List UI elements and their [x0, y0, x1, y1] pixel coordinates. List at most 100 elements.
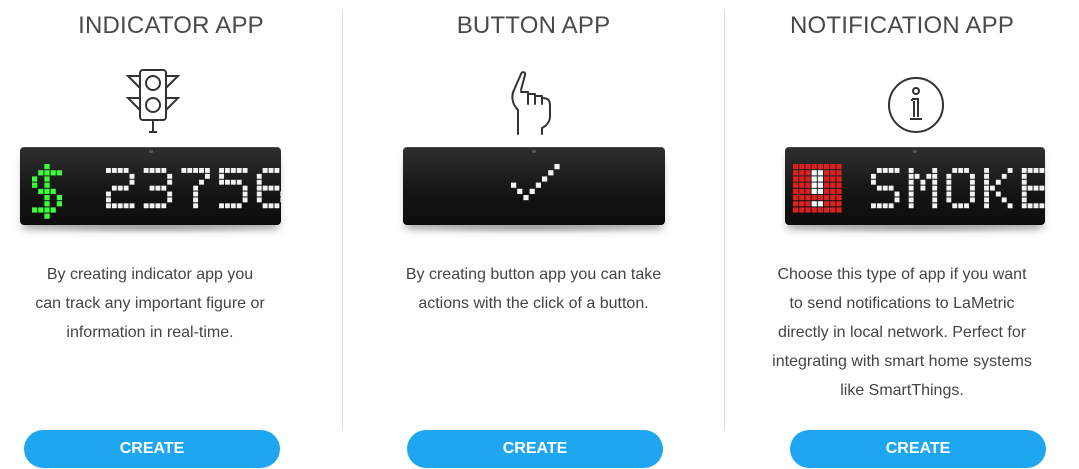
display-text-pixel	[1039, 185, 1045, 191]
display-text-pixel	[155, 185, 161, 191]
dollar-icon-pixel	[44, 170, 50, 176]
display-text-pixel	[914, 173, 920, 179]
card-title: INDICATOR APP	[78, 12, 264, 39]
alert-icon-pixel	[811, 195, 817, 201]
display-text-pixel	[964, 168, 969, 173]
alert-icon-pixel	[824, 195, 830, 201]
display-text-pixel	[242, 197, 248, 203]
display-text-pixel	[995, 191, 1001, 197]
display-text-pixel	[876, 185, 882, 191]
display-text-pixel	[908, 203, 914, 209]
display-text-pixel	[256, 179, 262, 185]
display-text-pixel	[894, 197, 900, 203]
display-text-pixel	[1021, 173, 1027, 179]
dollar-icon-pixel	[56, 195, 62, 201]
display-text-pixel	[167, 197, 173, 203]
display-text-pixel	[871, 173, 876, 179]
alert-icon-pixel	[830, 207, 836, 213]
display-text-pixel	[1033, 185, 1039, 191]
alert-icon-pixel	[836, 182, 842, 188]
display-text-pixel	[876, 203, 882, 209]
alert-icon-pixel	[817, 182, 823, 188]
card-description: Choose this type of app if you want to s…	[772, 266, 1032, 399]
alert-icon-pixel	[824, 201, 830, 207]
display-text-pixel	[932, 179, 938, 185]
display-text-pixel	[920, 185, 926, 191]
display-text-pixel	[1001, 173, 1007, 179]
display-text-pixel	[894, 168, 900, 173]
alert-icon-pixel	[817, 176, 823, 182]
alert-icon-pixel	[817, 188, 823, 194]
display-text-pixel	[224, 203, 230, 209]
display-text-pixel	[149, 185, 155, 191]
alert-icon-pixel	[836, 176, 842, 182]
display-text-pixel	[193, 197, 199, 203]
alert-icon-pixel	[836, 207, 842, 213]
check-icon-pixel	[542, 176, 548, 182]
display-text-pixel	[230, 168, 236, 173]
display-text-pixel	[187, 168, 193, 173]
notification-app-card: NOTIFICATION APP Choose this type of app…	[725, 0, 1079, 469]
check-icon-pixel	[517, 188, 523, 194]
display-text-pixel	[932, 191, 938, 197]
display-text-pixel	[932, 185, 938, 191]
alert-icon-pixel	[817, 170, 823, 176]
create-indicator-app-button[interactable]: CREATE	[24, 430, 280, 468]
alert-icon-pixel	[824, 176, 830, 182]
alert-icon-pixel	[805, 201, 811, 207]
display-text-pixel	[908, 168, 914, 173]
alert-icon-pixel	[793, 195, 799, 201]
display-text-pixel	[230, 203, 236, 209]
alert-icon-pixel	[799, 188, 805, 194]
display-text-pixel	[882, 203, 888, 209]
display-text-pixel	[106, 203, 111, 209]
display-text-pixel	[984, 173, 989, 179]
dollar-icon-pixel	[44, 188, 50, 194]
display-text-pixel	[106, 168, 111, 173]
alert-icon-pixel	[830, 188, 836, 194]
display-text-pixel	[871, 203, 876, 209]
alert-icon-pixel	[830, 164, 836, 170]
create-notification-app-button[interactable]: CREATE	[790, 430, 1046, 468]
display-text-pixel	[230, 179, 236, 185]
display-text-pixel	[262, 185, 268, 191]
alert-icon-pixel	[805, 170, 811, 176]
display-text-pixel	[181, 168, 187, 173]
card-title: BUTTON APP	[456, 12, 611, 39]
alert-icon-pixel	[805, 182, 811, 188]
lametric-device	[403, 147, 665, 225]
display-text-pixel	[111, 185, 117, 191]
display-text-pixel	[882, 168, 888, 173]
display-text-pixel	[129, 203, 135, 209]
dollar-icon-pixel	[44, 176, 50, 182]
display-text-pixel	[984, 197, 989, 203]
display-text-pixel	[262, 203, 268, 209]
dollar-icon-pixel	[32, 207, 38, 213]
alert-icon-pixel	[799, 201, 805, 207]
display-text-pixel	[995, 179, 1001, 185]
display-text-pixel	[280, 191, 281, 197]
alert-icon-pixel	[830, 195, 836, 201]
alert-icon-pixel	[805, 195, 811, 201]
dollar-icon-pixel	[50, 207, 56, 213]
alert-icon-pixel	[799, 207, 805, 213]
display-text-pixel	[204, 168, 210, 173]
alert-icon-pixel	[830, 170, 836, 176]
display-text-pixel	[149, 168, 155, 173]
display-text-pixel	[1033, 203, 1039, 209]
display-text-pixel	[161, 203, 167, 209]
alert-icon-pixel	[799, 170, 805, 176]
display-text-pixel	[888, 168, 894, 173]
alert-icon-pixel	[793, 182, 799, 188]
alert-icon-pixel	[811, 164, 817, 170]
dollar-icon-pixel	[50, 188, 56, 194]
alert-icon-pixel	[811, 170, 817, 176]
display-text-pixel	[268, 203, 274, 209]
display-text-pixel	[1007, 168, 1013, 173]
display-text-pixel	[1027, 168, 1033, 173]
create-button-app-button[interactable]: CREATE	[407, 430, 663, 468]
alert-icon-pixel	[799, 164, 805, 170]
display-text-pixel	[280, 197, 281, 203]
dollar-icon-pixel	[44, 201, 50, 207]
display-text-pixel	[969, 179, 975, 185]
